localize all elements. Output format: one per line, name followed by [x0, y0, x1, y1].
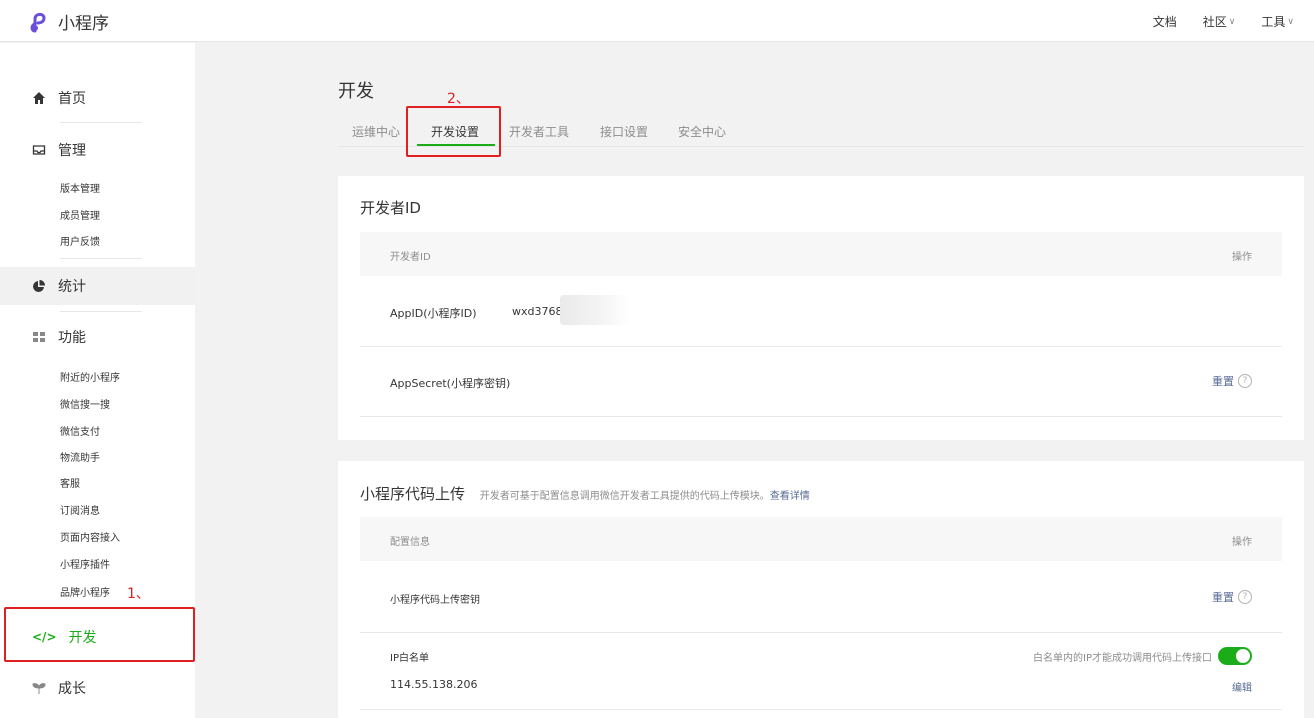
ip-whitelist-hint: 白名单内的IP才能成功调用代码上传接口	[1033, 652, 1212, 664]
reset-link[interactable]: 重置	[1212, 589, 1234, 605]
sidebar-item-home[interactable]: 首页	[0, 79, 195, 117]
sidebar-item-growth-label: 成长	[58, 681, 86, 697]
sidebar-item-stats-label: 统计	[58, 279, 86, 295]
sidebar-subitem-page-content[interactable]: 页面内容接入	[60, 529, 120, 544]
help-icon[interactable]: ?	[1238, 374, 1252, 388]
code-upload-desc-text: 开发者可基于配置信息调用微信开发者工具提供的代码上传模块。	[479, 491, 770, 502]
sidebar-item-features[interactable]: 功能	[0, 318, 195, 356]
sidebar-subitem-versions[interactable]: 版本管理	[60, 180, 100, 195]
chevron-down-icon: ∨	[1287, 16, 1294, 27]
developer-id-table-header: 开发者ID 操作	[360, 232, 1282, 276]
code-upload-table-header: 配置信息 操作	[360, 517, 1282, 561]
tab-ops-center[interactable]: 运维中心	[352, 123, 400, 140]
code-upload-title-row: 小程序代码上传 开发者可基于配置信息调用微信开发者工具提供的代码上传模块。查看详…	[360, 483, 810, 504]
nav-docs[interactable]: 文档	[1153, 13, 1177, 30]
top-bar: 小程序 文档 社区 ∨ 工具 ∨	[0, 0, 1314, 42]
tab-dev-tools[interactable]: 开发者工具	[509, 123, 569, 140]
table-row-appid: AppID(小程序ID) wxd3768	[360, 276, 1282, 347]
sidebar-subitem-brand[interactable]: 品牌小程序	[60, 584, 110, 599]
divider	[60, 258, 142, 259]
annotation-box-tab	[406, 106, 501, 157]
annotation-step-1: 1、	[127, 586, 150, 602]
sidebar-subitem-subscribe[interactable]: 订阅消息	[60, 502, 100, 517]
sidebar-subitem-plugins[interactable]: 小程序插件	[60, 556, 110, 571]
code-upload-title: 小程序代码上传	[360, 485, 466, 503]
grid-icon	[32, 330, 46, 344]
edit-link[interactable]: 编辑	[1232, 679, 1252, 694]
col-developer-id: 开发者ID	[390, 252, 431, 263]
sidebar-subitem-customer-service[interactable]: 客服	[60, 475, 80, 490]
divider	[60, 311, 142, 312]
sidebar-item-manage-label: 管理	[58, 143, 86, 159]
appsecret-reset: 重置 ?	[1212, 373, 1252, 389]
redacted-mask	[560, 295, 630, 325]
ip-whitelist-toggle-group: 白名单内的IP才能成功调用代码上传接口	[1033, 647, 1252, 665]
sprout-icon	[32, 681, 46, 695]
nav-community-label: 社区	[1202, 15, 1227, 29]
upload-key-label: 小程序代码上传密钥	[390, 595, 480, 606]
sidebar-subitem-feedback[interactable]: 用户反馈	[60, 233, 100, 248]
ip-whitelist-value: 114.55.138.206	[390, 678, 478, 691]
code-upload-card: 小程序代码上传 开发者可基于配置信息调用微信开发者工具提供的代码上传模块。查看详…	[338, 461, 1304, 718]
upload-key-reset: 重置 ?	[1212, 589, 1252, 605]
appsecret-label: AppSecret(小程序密钥)	[390, 377, 511, 390]
sidebar-subitem-logistics[interactable]: 物流助手	[60, 449, 100, 464]
sidebar-item-stats[interactable]: 统计	[0, 267, 195, 305]
nav-docs-label: 文档	[1152, 15, 1177, 29]
pie-chart-icon	[32, 279, 46, 293]
table-row-ip-whitelist: IP白名单 114.55.138.206 白名单内的IP才能成功调用代码上传接口…	[360, 633, 1282, 710]
tab-security-center[interactable]: 安全中心	[678, 123, 726, 140]
col-actions: 操作	[1232, 252, 1252, 263]
table-row-appsecret: AppSecret(小程序密钥) 重置 ?	[360, 347, 1282, 417]
logo[interactable]: 小程序	[30, 9, 109, 34]
help-icon[interactable]: ?	[1238, 590, 1252, 604]
col-config-info: 配置信息	[390, 537, 430, 548]
divider	[60, 122, 142, 123]
mini-program-logo-icon	[30, 12, 46, 32]
col-actions: 操作	[1232, 537, 1252, 548]
table-row-upload-key: 小程序代码上传密钥 重置 ?	[360, 561, 1282, 633]
code-upload-desc: 开发者可基于配置信息调用微信开发者工具提供的代码上传模块。查看详情	[480, 491, 810, 502]
home-icon	[32, 91, 46, 105]
sidebar-item-manage[interactable]: 管理	[0, 131, 195, 169]
annotation-step-2: 2、	[447, 91, 470, 107]
appid-value: wxd3768	[512, 305, 563, 318]
reset-link[interactable]: 重置	[1212, 373, 1234, 389]
sidebar-subitem-members[interactable]: 成员管理	[60, 207, 100, 222]
inbox-icon	[32, 143, 46, 157]
sidebar-item-home-label: 首页	[58, 91, 86, 107]
nav-tools[interactable]: 工具 ∨	[1261, 13, 1294, 30]
top-nav: 文档 社区 ∨ 工具 ∨	[1127, 13, 1294, 30]
annotation-box-develop	[4, 607, 195, 662]
nav-tools-label: 工具	[1261, 15, 1286, 29]
view-details-link[interactable]: 查看详情	[770, 491, 810, 502]
nav-community[interactable]: 社区 ∨	[1203, 13, 1236, 30]
app-name: 小程序	[58, 14, 109, 34]
sidebar-item-features-label: 功能	[58, 330, 86, 346]
developer-id-card: 开发者ID 开发者ID 操作 AppID(小程序ID) wxd3768 AppS…	[338, 176, 1304, 440]
sidebar-subitem-nearby[interactable]: 附近的小程序	[60, 369, 120, 384]
sidebar-subitem-search[interactable]: 微信搜一搜	[60, 396, 110, 411]
chevron-down-icon: ∨	[1228, 16, 1236, 27]
sidebar-item-growth[interactable]: 成长	[0, 669, 195, 707]
appid-label: AppID(小程序ID)	[390, 307, 477, 320]
ip-whitelist-toggle[interactable]	[1218, 647, 1252, 665]
page-title: 开发	[338, 81, 374, 102]
developer-id-title: 开发者ID	[360, 199, 421, 217]
ip-whitelist-label: IP白名单	[390, 653, 429, 664]
sidebar-subitem-pay[interactable]: 微信支付	[60, 423, 100, 438]
tab-api-settings[interactable]: 接口设置	[600, 123, 648, 140]
